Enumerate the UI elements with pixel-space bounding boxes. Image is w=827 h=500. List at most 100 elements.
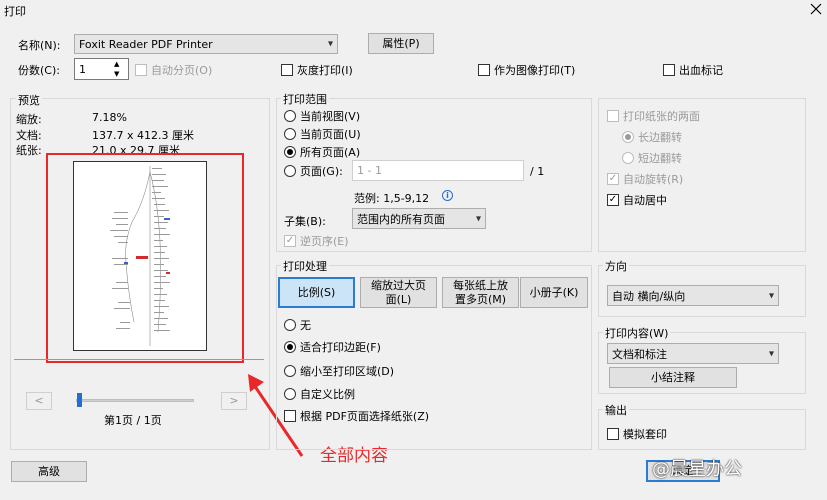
fit-margins-label: 适合打印边距(F) [300,341,381,354]
content-title: 打印内容(W) [603,325,671,341]
simulate-overprint-checkbox-box [607,428,619,440]
auto-rotate-label: 自动旋转(R) [623,173,684,186]
range-current-view-radio[interactable]: 当前视图(V) [284,108,360,124]
printer-select[interactable]: Foxit Reader PDF Printer ▾ [74,34,338,54]
simulate-overprint-checkbox[interactable]: 模拟套印 [607,426,667,442]
short-edge-label: 短边翻转 [638,152,682,165]
simulate-overprint-label: 模拟套印 [623,428,667,441]
reverse-pages-label: 逆页序(E) [300,235,349,248]
document-value: 137.7 x 412.3 厘米 [92,129,194,142]
range-all-pages-radio-circle [284,146,296,158]
print-as-image-checkbox-box [478,64,490,76]
range-pages-radio[interactable]: 页面(G): [284,163,343,179]
page-slider-thumb[interactable] [77,393,82,407]
chevron-down-icon: ▾ [768,290,774,301]
tab-shrink-large-label: 缩放过大页面(L) [371,279,426,306]
orientation-select-value: 自动 横向/纵向 [612,289,686,303]
reverse-pages-checkbox-box: ✓ [284,235,296,247]
zoom-value: 7.18% [92,111,127,124]
tab-scale[interactable]: 比例(S) [278,277,355,308]
scale-none-radio[interactable]: 无 [284,317,311,333]
choose-paper-label: 根据 PDF页面选择纸张(Z) [300,410,430,423]
subset-label: 子集(B): [284,215,326,228]
both-sides-checkbox-box [607,110,619,122]
document-label: 文档: [16,129,42,142]
print-handling-title: 打印处理 [281,258,329,274]
print-as-image-checkbox-label: 作为图像打印(T) [494,64,576,77]
short-edge-radio[interactable]: 短边翻转 [622,150,682,166]
subset-select-value: 范围内的所有页面 [357,212,445,226]
both-sides-label: 打印纸张的两面 [623,110,700,123]
grayscale-checkbox[interactable]: 灰度打印(I) [281,62,353,78]
custom-scale-label: 自定义比例 [300,388,355,401]
shrink-area-radio[interactable]: 缩小至打印区域(D) [284,363,394,379]
custom-scale-radio[interactable]: 自定义比例 [284,386,355,402]
copies-input[interactable]: 1 ▲ ▼ [74,58,129,80]
prev-page-button[interactable]: < [26,392,52,410]
tab-multiple-pages[interactable]: 每张纸上放置多页(M) [442,277,519,308]
shrink-area-radio-circle [284,365,296,377]
copies-label: 份数(C): [18,64,60,77]
auto-center-checkbox[interactable]: ✓ 自动居中 [607,192,667,208]
zoom-label: 缩放: [16,113,42,126]
auto-center-label: 自动居中 [623,194,667,207]
content-select-value: 文档和标注 [612,347,667,361]
bleed-marks-checkbox[interactable]: 出血标记 [663,62,723,78]
range-all-pages-radio[interactable]: 所有页面(A) [284,144,360,160]
orientation-title: 方向 [603,258,629,274]
choose-paper-checkbox[interactable]: 根据 PDF页面选择纸张(Z) [284,408,429,424]
radio-selected-dot [287,149,293,155]
window-title: 打印 [4,5,26,18]
grayscale-checkbox-box [281,64,293,76]
long-edge-label: 长边翻转 [638,131,682,144]
printer-name-label: 名称(N): [18,39,61,52]
range-current-page-radio-circle [284,128,296,140]
collate-checkbox[interactable]: 自动分页(O) [135,62,212,78]
chevron-down-icon: ▾ [475,213,481,224]
tab-multiple-pages-label: 每张纸上放置多页(M) [453,279,508,306]
content-select[interactable]: 文档和标注 ▾ [607,343,779,364]
preview-title: 预览 [16,92,42,108]
short-edge-radio-circle [622,152,634,164]
long-edge-radio[interactable]: 长边翻转 [622,129,682,145]
pages-input[interactable]: 1 - 1 [352,160,524,181]
fit-margins-radio[interactable]: 适合打印边距(F) [284,339,381,355]
chevron-down-icon: ▾ [768,348,774,359]
printer-select-value: Foxit Reader PDF Printer [79,37,213,51]
page-slider[interactable] [76,399,194,402]
chevron-down-icon[interactable]: ▼ [114,70,126,78]
range-current-page-radio[interactable]: 当前页面(U) [284,126,361,142]
watermark-text: @晨星办公 [652,459,742,480]
radio-selected-dot [287,344,293,350]
paper-label: 纸张: [16,144,42,157]
print-as-image-checkbox[interactable]: 作为图像打印(T) [478,62,575,78]
collate-checkbox-box [135,64,147,76]
close-icon[interactable] [806,0,826,18]
pages-total: / 1 [530,165,545,178]
auto-rotate-checkbox[interactable]: ✓ 自动旋转(R) [607,171,683,187]
chevron-up-icon[interactable]: ▲ [114,60,126,68]
advanced-button[interactable]: 高级 [11,461,87,482]
tab-booklet[interactable]: 小册子(K) [520,277,588,308]
range-current-view-label: 当前视图(V) [300,110,361,123]
copies-stepper[interactable]: ▲ ▼ [114,60,126,78]
subset-select[interactable]: 范围内的所有页面 ▾ [352,208,486,229]
tab-shrink-large[interactable]: 缩放过大页面(L) [360,277,437,308]
orientation-select[interactable]: 自动 横向/纵向 ▾ [607,285,779,306]
summarize-comments-button[interactable]: 小结注释 [609,367,737,388]
range-current-view-radio-circle [284,110,296,122]
range-current-page-label: 当前页面(U) [300,128,361,141]
next-page-button[interactable]: > [221,392,247,410]
pages-example: 范例: 1,5-9,12 [354,192,430,205]
both-sides-checkbox[interactable]: 打印纸张的两面 [607,108,700,124]
custom-scale-radio-circle [284,388,296,400]
highlight-box [46,153,244,363]
preview-divider [14,359,264,360]
scale-none-label: 无 [300,319,311,332]
reverse-pages-checkbox[interactable]: ✓ 逆页序(E) [284,233,349,249]
print-range-title: 打印范围 [281,91,329,107]
info-icon[interactable]: i [442,190,453,201]
properties-button[interactable]: 属性(P) [368,33,434,54]
copies-value: 1 [79,62,86,76]
range-pages-label: 页面(G): [300,165,343,178]
